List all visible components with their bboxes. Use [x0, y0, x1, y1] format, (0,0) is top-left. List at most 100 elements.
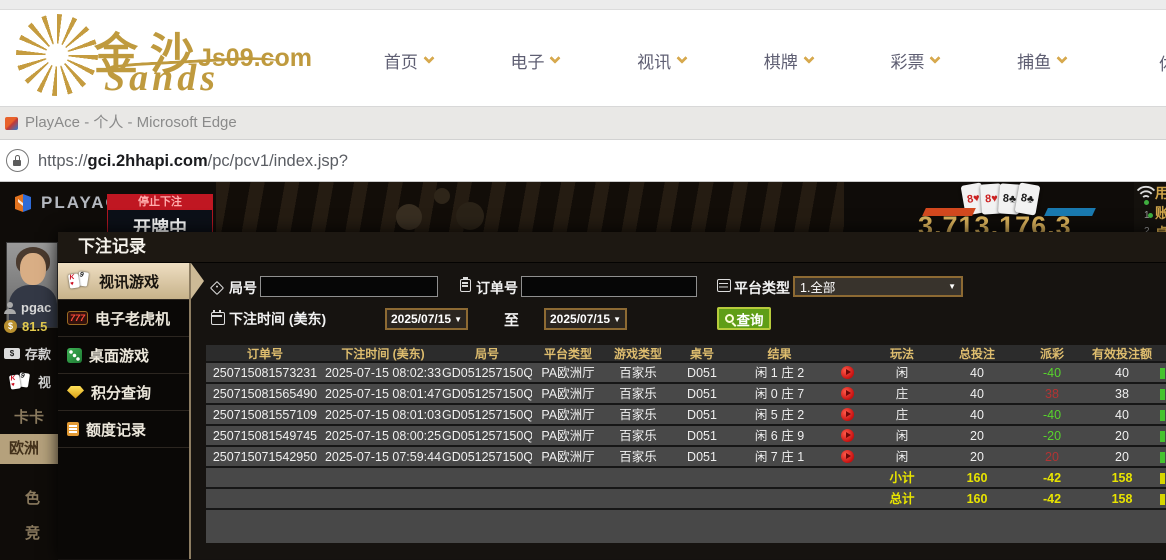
cell-overflow: [1157, 447, 1166, 466]
platform-select[interactable]: 1.全部 ▼: [793, 276, 963, 297]
sidebar-item-1[interactable]: 777电子老虎机: [58, 300, 189, 337]
rail-label[interactable]: 用: [1155, 183, 1166, 203]
cards-icon: 9K♥: [8, 373, 33, 391]
cell-overflow: [1157, 384, 1166, 403]
sidebar-item-3[interactable]: 积分查询: [58, 374, 189, 411]
top-strip: [0, 0, 1166, 10]
modal-title: 下注记录: [58, 232, 1166, 263]
status-dot: [1148, 213, 1153, 218]
cell-replay: [827, 405, 867, 424]
cell-order: 250715081565490: [206, 384, 324, 403]
side-tab[interactable]: 竞: [25, 522, 40, 543]
sidebar-item-2[interactable]: 桌面游戏: [58, 337, 189, 374]
replay-button[interactable]: [841, 429, 854, 442]
nav-item-0[interactable]: 首页: [384, 48, 433, 73]
table-header-row: 订单号下注时间 (美东)局号平台类型游戏类型桌号结果玩法总投注派彩有效投注额: [206, 345, 1166, 363]
chevron-down-icon: [550, 52, 561, 63]
round-label: 局号: [229, 278, 257, 298]
cell-round: GD051257150QU: [442, 384, 532, 403]
cell-game: 百家乐: [604, 384, 672, 403]
col-header: 总投注: [937, 345, 1017, 361]
slot-777-icon: 777: [67, 311, 88, 325]
col-header: 下注时间 (美东): [324, 345, 442, 361]
cell-table_no: D051: [672, 405, 732, 424]
cell-play-type: 庄: [867, 384, 937, 403]
cell-game: 百家乐: [604, 405, 672, 424]
replay-button[interactable]: [841, 366, 854, 379]
cell-round: GD051257150QT: [442, 405, 532, 424]
col-header: 派彩: [1017, 345, 1087, 361]
cell-payout: -20: [1017, 426, 1087, 445]
cell-replay: [827, 426, 867, 445]
cell-overflow: [1157, 363, 1166, 382]
total-payout: -42: [1017, 489, 1087, 508]
order-input[interactable]: [521, 276, 697, 297]
site-header: 金沙 Js09.com Sands 首页电子视讯棋牌彩票捕鱼 体: [0, 0, 1166, 107]
subtotal-payout: -42: [1017, 468, 1087, 487]
window-title: PlayAce - 个人 - Microsoft Edge: [25, 107, 237, 139]
url-bar[interactable]: https://gci.2hhapi.com/pc/pcv1/index.jsp…: [0, 140, 1166, 182]
col-header: 玩法: [867, 345, 937, 361]
rail-label[interactable]: 账: [1155, 203, 1166, 223]
chevron-down-icon: [676, 52, 687, 63]
cell-table_no: D051: [672, 426, 732, 445]
search-button[interactable]: 查询: [717, 307, 771, 330]
bet-table: 订单号下注时间 (美东)局号平台类型游戏类型桌号结果玩法总投注派彩有效投注额 25…: [206, 345, 1166, 543]
total-valid: 158: [1087, 489, 1157, 508]
replay-button[interactable]: [841, 450, 854, 463]
side-tab-selected[interactable]: 欧洲: [0, 434, 58, 464]
sidebar-item-4[interactable]: 额度记录: [58, 411, 189, 448]
nav-item-2[interactable]: 视讯: [637, 48, 686, 73]
playace-logo-icon: [12, 192, 34, 214]
username-row: pgac: [4, 300, 51, 315]
cell-overflow: [1157, 489, 1166, 508]
cell-round: GD051257150QS: [442, 426, 532, 445]
cell-platform: PA欧洲厅: [532, 405, 604, 424]
replay-button[interactable]: [841, 387, 854, 400]
dropdown-caret-icon: ▼: [948, 282, 956, 291]
date-from-picker[interactable]: 2025/07/15 ▼: [385, 308, 468, 330]
stop-betting-banner: 停止下注: [107, 194, 213, 210]
video-tab-partial[interactable]: 9K♥ 视: [8, 372, 51, 391]
side-tab[interactable]: 色: [25, 487, 40, 508]
nav-item-partial[interactable]: 体: [1159, 50, 1166, 75]
cell-result: 闲 5 庄 2: [732, 405, 827, 424]
date-to-picker[interactable]: 2025/07/15 ▼: [544, 308, 627, 330]
cell-platform: PA欧洲厅: [532, 363, 604, 382]
nav-item-5[interactable]: 捕鱼: [1017, 48, 1066, 73]
nav-item-3[interactable]: 棋牌: [764, 48, 813, 73]
cell-play-type: 闲: [867, 363, 937, 382]
modal-body: 9K♥视讯游戏777电子老虎机桌面游戏积分查询额度记录 局号 订单号 平台类型 …: [58, 263, 1166, 559]
cell-replay: [827, 384, 867, 403]
balance: 81.5: [22, 319, 47, 334]
cell-platform: PA欧洲厅: [532, 426, 604, 445]
cell-order: 250715081549745: [206, 426, 324, 445]
cell-time: 2025-07-15 08:02:33: [324, 363, 442, 382]
round-input[interactable]: [260, 276, 438, 297]
deposit-row[interactable]: $ 存款: [4, 344, 51, 363]
replay-button[interactable]: [841, 408, 854, 421]
nav-item-1[interactable]: 电子: [510, 48, 559, 73]
right-rail: 用 账 桌 1 2: [1134, 182, 1166, 234]
cell-table_no: D051: [672, 384, 732, 403]
document-icon: [67, 422, 79, 436]
chevron-down-icon: [803, 52, 814, 63]
url-text[interactable]: https://gci.2hhapi.com/pc/pcv1/index.jsp…: [38, 140, 348, 182]
cell-result: 闲 6 庄 9: [732, 426, 827, 445]
modal-sidebar: 9K♥视讯游戏777电子老虎机桌面游戏积分查询额度记录: [58, 263, 191, 559]
cell-overflow: [1157, 468, 1166, 487]
avatar: [6, 242, 58, 328]
col-header: 订单号: [206, 345, 324, 361]
nav-item-4[interactable]: 彩票: [890, 48, 939, 73]
col-header: 局号: [442, 345, 532, 361]
cell-valid-bet: 40: [1087, 363, 1157, 382]
cell-valid-bet: 20: [1087, 426, 1157, 445]
lock-icon[interactable]: [6, 149, 29, 172]
sidebar-item-0[interactable]: 9K♥视讯游戏: [58, 263, 189, 300]
cell-time: 2025-07-15 08:00:25: [324, 426, 442, 445]
main-nav: 首页 电子 视讯 棋牌 彩票 捕鱼: [345, 48, 1105, 73]
col-header: 有效投注额: [1087, 345, 1157, 361]
side-tab[interactable]: 卡卡: [14, 406, 44, 427]
calendar-icon: [211, 312, 225, 325]
dropdown-caret-icon: ▼: [454, 315, 462, 324]
